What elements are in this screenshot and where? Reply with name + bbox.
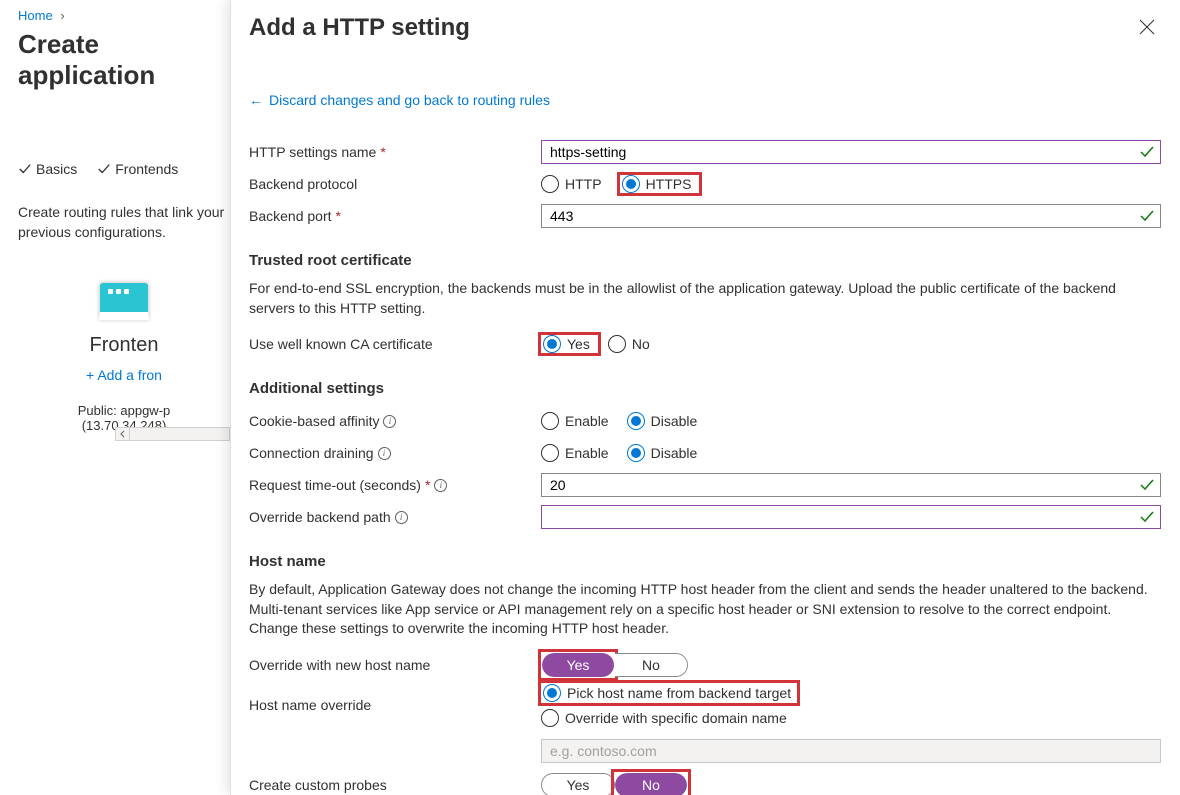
close-icon[interactable]	[1138, 18, 1156, 36]
radio-drain-enable[interactable]	[541, 444, 559, 462]
valid-check-icon	[1139, 509, 1155, 525]
http-settings-name-input[interactable]	[541, 140, 1161, 164]
horizontal-scrollbar[interactable]	[115, 427, 230, 441]
backend-port-input[interactable]	[541, 204, 1161, 228]
label-override-backend-path: Override backend path	[249, 509, 391, 525]
radio-https[interactable]	[622, 175, 640, 193]
required-indicator: *	[425, 477, 430, 493]
section-trusted-root: Trusted root certificate	[249, 252, 1172, 269]
radio-cookie-disable[interactable]	[627, 412, 645, 430]
radio-ca-yes-label[interactable]: Yes	[567, 336, 590, 352]
info-icon[interactable]: i	[383, 415, 396, 428]
tab-frontends[interactable]: Frontends	[97, 161, 178, 177]
arrow-left-icon: ←	[249, 92, 263, 108]
panel-title: Add a HTTP setting	[249, 14, 1172, 42]
add-frontend-link[interactable]: + Add a fron	[18, 367, 230, 383]
toggle-custom-probes-yes[interactable]: Yes	[542, 774, 614, 795]
radio-cookie-enable[interactable]	[541, 412, 559, 430]
domain-placeholder: e.g. contoso.com	[550, 743, 657, 759]
radio-cookie-enable-label[interactable]: Enable	[565, 413, 609, 429]
label-connection-draining: Connection draining	[249, 445, 374, 461]
radio-pick-host-backend[interactable]	[543, 684, 561, 702]
info-icon[interactable]: i	[434, 479, 447, 492]
discard-link[interactable]: ← Discard changes and go back to routing…	[249, 92, 550, 108]
routing-description: Create routing rules that link your prev…	[18, 203, 230, 242]
public-frontend-name: Public: appgw-p	[18, 403, 230, 418]
label-override-host: Override with new host name	[249, 657, 430, 673]
label-use-ca: Use well known CA certificate	[249, 336, 433, 352]
radio-override-domain[interactable]	[541, 709, 559, 727]
label-custom-probes: Create custom probes	[249, 777, 387, 793]
http-setting-panel: Add a HTTP setting ← Discard changes and…	[230, 0, 1180, 795]
label-request-timeout: Request time-out (seconds)	[249, 477, 421, 493]
breadcrumb-home[interactable]: Home	[18, 8, 53, 23]
radio-cookie-disable-label[interactable]: Disable	[651, 413, 698, 429]
host-name-description: By default, Application Gateway does not…	[249, 580, 1159, 639]
radio-ca-no[interactable]	[608, 335, 626, 353]
frontends-heading: Fronten	[18, 334, 230, 357]
chevron-right-icon: ›	[60, 8, 64, 23]
section-host-name: Host name	[249, 553, 1172, 570]
scroll-left-icon[interactable]	[116, 428, 130, 440]
toggle-override-host-no[interactable]: No	[615, 654, 687, 676]
label-backend-protocol: Backend protocol	[249, 176, 357, 192]
radio-https-label[interactable]: HTTPS	[646, 176, 692, 192]
required-indicator: *	[380, 144, 385, 160]
info-icon[interactable]: i	[395, 511, 408, 524]
page-title: Create application	[18, 29, 230, 91]
toggle-custom-probes-no[interactable]: No	[615, 773, 687, 795]
frontend-icon	[99, 282, 149, 320]
tab-basics[interactable]: Basics	[18, 161, 77, 177]
radio-http-label[interactable]: HTTP	[565, 176, 602, 192]
toggle-override-host-yes[interactable]: Yes	[542, 653, 614, 677]
checkmark-icon	[18, 162, 32, 176]
radio-pick-host-backend-label[interactable]: Pick host name from backend target	[567, 685, 791, 701]
discard-link-label: Discard changes and go back to routing r…	[269, 92, 550, 108]
override-backend-path-input[interactable]	[541, 505, 1161, 529]
radio-override-domain-label[interactable]: Override with specific domain name	[565, 710, 787, 726]
label-backend-port: Backend port	[249, 208, 332, 224]
radio-drain-disable[interactable]	[627, 444, 645, 462]
label-cookie-affinity: Cookie-based affinity	[249, 413, 379, 429]
breadcrumb: Home ›	[18, 8, 230, 23]
radio-drain-disable-label[interactable]: Disable	[651, 445, 698, 461]
tab-basics-label: Basics	[36, 161, 77, 177]
request-timeout-input[interactable]	[541, 473, 1161, 497]
checkmark-icon	[97, 162, 111, 176]
label-name: HTTP settings name	[249, 144, 376, 160]
radio-drain-enable-label[interactable]: Enable	[565, 445, 609, 461]
radio-ca-no-label[interactable]: No	[632, 336, 650, 352]
valid-check-icon	[1139, 477, 1155, 493]
valid-check-icon	[1139, 144, 1155, 160]
valid-check-icon	[1139, 208, 1155, 224]
section-additional: Additional settings	[249, 380, 1172, 397]
tab-frontends-label: Frontends	[115, 161, 178, 177]
required-indicator: *	[336, 208, 341, 224]
domain-name-input: e.g. contoso.com	[541, 739, 1161, 763]
label-host-name-override: Host name override	[249, 697, 371, 713]
radio-ca-yes[interactable]	[543, 335, 561, 353]
info-icon[interactable]: i	[378, 447, 391, 460]
trusted-root-description: For end-to-end SSL encryption, the backe…	[249, 279, 1159, 318]
radio-http[interactable]	[541, 175, 559, 193]
